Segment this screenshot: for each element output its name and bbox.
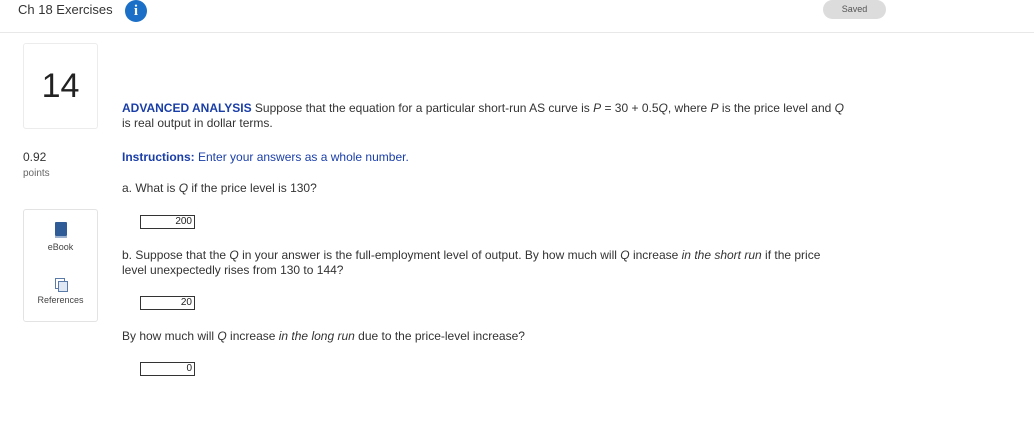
answer-b-input[interactable]: 20: [140, 296, 195, 310]
instructions-text: Enter your answers as a whole number.: [194, 150, 409, 164]
tools-panel: eBook References: [23, 209, 98, 322]
answer-c-input[interactable]: 0: [140, 362, 195, 376]
score-unit: points: [23, 168, 50, 179]
question-heading: ADVANCED ANALYSIS: [122, 101, 252, 115]
references-button[interactable]: References: [24, 278, 97, 305]
documents-icon: [54, 278, 68, 292]
references-label: References: [37, 295, 84, 305]
assignment-title: Ch 18 Exercises: [18, 2, 113, 17]
instructions: Instructions: Enter your answers as a wh…: [122, 150, 982, 165]
saved-status-badge: Saved: [823, 0, 886, 19]
question-number-box: 14: [23, 43, 98, 129]
instructions-label: Instructions:: [122, 150, 195, 164]
part-c-prompt: By how much will Q increase in the long …: [122, 329, 525, 343]
top-bar: Ch 18 Exercises i Saved: [0, 0, 1034, 33]
info-icon[interactable]: i: [125, 0, 147, 22]
question-number: 14: [41, 67, 80, 105]
question-stem: ADVANCED ANALYSIS Suppose that the equat…: [122, 101, 844, 130]
ebook-button[interactable]: eBook: [24, 222, 97, 252]
part-a-prompt: a. What is Q if the price level is 130?: [122, 181, 317, 195]
part-b-prompt: b. Suppose that the Q in your answer is …: [122, 248, 821, 277]
ebook-label: eBook: [47, 242, 74, 252]
book-icon: [54, 222, 67, 239]
score-value: 0.92: [23, 150, 47, 164]
answer-a-input[interactable]: 200: [140, 215, 195, 229]
